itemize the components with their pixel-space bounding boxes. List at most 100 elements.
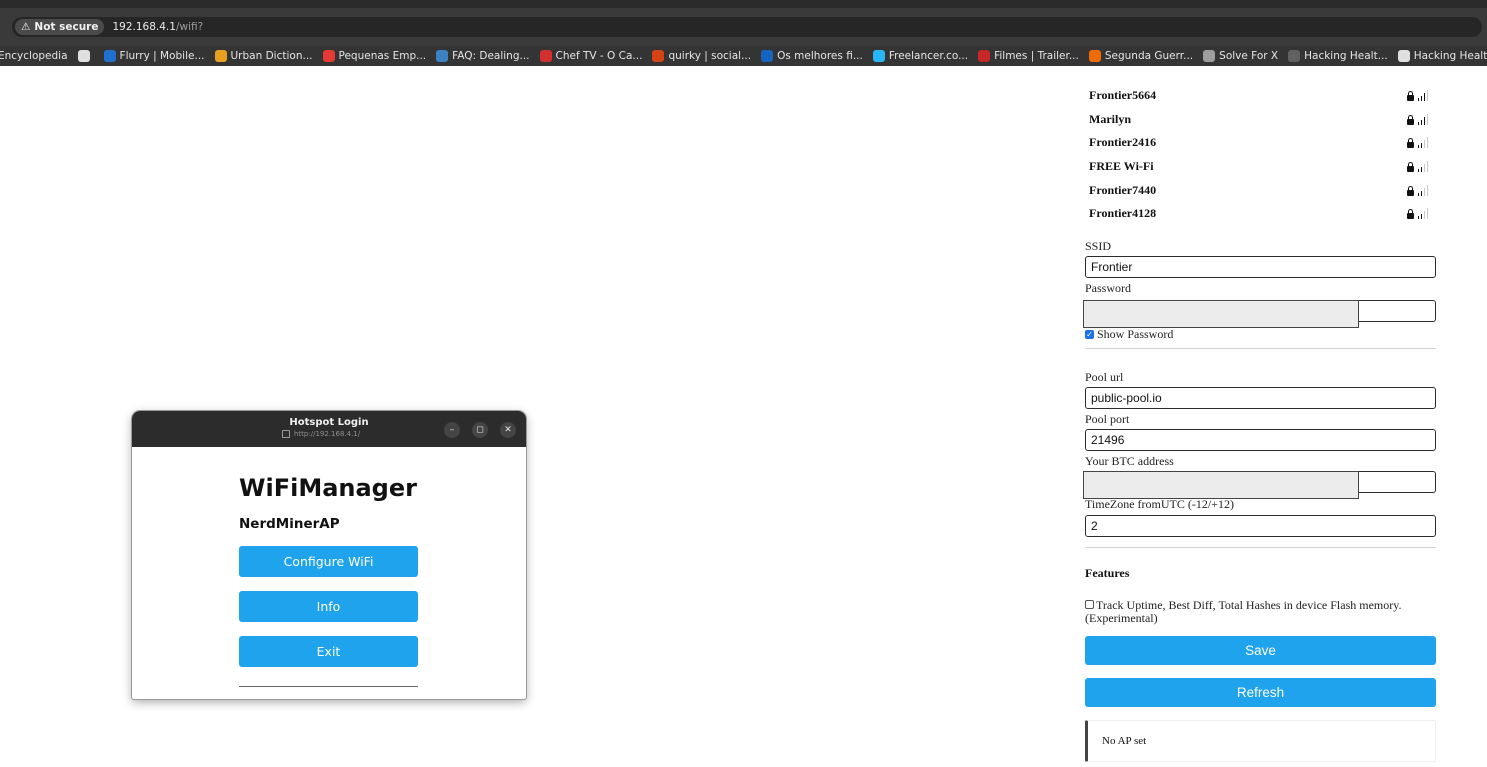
wifi-config-form: Frontier5664 Marilyn Frontier2416 FREE Wi-F… — [1083, 84, 1436, 762]
timezone-input[interactable]: 2 — [1085, 514, 1436, 537]
password-label: Password — [1085, 280, 1132, 295]
password-input[interactable] — [1083, 299, 1436, 328]
status-message: No AP set — [1085, 719, 1436, 762]
signal-bar-icon — [1421, 119, 1422, 125]
pool-url-input[interactable]: public-pool.io — [1085, 386, 1436, 409]
bookmark-favicon-icon — [1288, 50, 1301, 62]
network-item[interactable]: Marilyn — [1085, 108, 1436, 132]
bookmark-label: Encyclopedia — [0, 50, 68, 62]
bookmark-item[interactable]: Flurry | Mobile... — [103, 50, 205, 62]
security-indicator[interactable]: ⚠ Not secure — [15, 19, 105, 35]
timezone-label: TimeZone fromUTC (-12/+12) — [1085, 496, 1234, 511]
bookmark-favicon-icon — [872, 50, 885, 62]
bookmark-label: Urban Diction... — [230, 50, 313, 62]
browser-top-strip — [0, 0, 1487, 8]
bookmark-item[interactable]: Segunda Guerr... — [1088, 50, 1193, 62]
pool-port-input[interactable]: 21496 — [1085, 428, 1436, 451]
status-message-text: No AP set — [1102, 734, 1147, 747]
exit-button[interactable]: Exit — [239, 636, 418, 667]
refresh-button[interactable]: Refresh — [1085, 677, 1436, 707]
network-item[interactable]: Frontier2416 — [1085, 131, 1436, 155]
bookmark-item[interactable]: FAQ: Dealing... — [436, 50, 530, 62]
bookmark-item[interactable]: Hacking Healt... — [1288, 50, 1388, 62]
bookmark-label: Hacking Healt... — [1304, 50, 1388, 62]
signal-bar-icon — [1418, 169, 1419, 173]
lock-icon — [1407, 138, 1414, 149]
signal-bar-icon — [1424, 211, 1425, 220]
minimize-icon[interactable]: – — [444, 422, 460, 438]
signal-strength — [1407, 137, 1436, 149]
pool-url-label: Pool url — [1085, 369, 1124, 384]
show-password-toggle[interactable]: ✓ Show Password — [1085, 327, 1436, 342]
signal-bar-icon — [1424, 93, 1425, 102]
bookmark-item[interactable]: Pequenas Emp... — [322, 50, 427, 62]
bookmark-item[interactable]: Hacking Healt... — [1397, 50, 1487, 62]
bookmark-label: Filmes | Trailer... — [994, 50, 1079, 62]
redaction-box — [1083, 299, 1359, 328]
signal-bar-icon — [1427, 90, 1428, 102]
ap-name: NerdMinerAP — [239, 516, 340, 532]
window-url-text: http://192.168.4.1/ — [294, 430, 361, 438]
feature-track-label: Track Uptime, Best Diff, Total Hashes in… — [1085, 597, 1402, 625]
bookmark-favicon-icon — [1397, 50, 1410, 62]
bookmark-favicon-icon — [214, 50, 227, 62]
bookmark-item[interactable]: Filmes | Trailer... — [978, 50, 1079, 62]
signal-bar-icon — [1427, 208, 1428, 220]
info-button[interactable]: Info — [239, 591, 418, 622]
save-button[interactable]: Save — [1085, 635, 1436, 665]
network-item[interactable]: Frontier7440 — [1085, 178, 1436, 202]
divider — [239, 686, 418, 687]
window-url: http://192.168.4.1/ — [282, 430, 360, 438]
url-path: /wifi? — [175, 21, 204, 33]
bookmark-item[interactable]: Encyclopedia — [0, 50, 68, 62]
ssid-input[interactable]: Frontier — [1085, 255, 1436, 278]
checkbox-unchecked-icon[interactable] — [1085, 599, 1094, 609]
close-icon[interactable]: ✕ — [500, 422, 516, 438]
bookmark-label: FAQ: Dealing... — [452, 50, 530, 62]
bookmark-favicon-icon — [539, 50, 552, 62]
bookmark-item[interactable] — [77, 50, 94, 62]
bookmark-favicon-icon — [761, 50, 774, 62]
ssid-value: Frontier — [1091, 259, 1133, 274]
signal-bar-icon — [1421, 190, 1422, 196]
features-heading: Features — [1085, 565, 1130, 580]
signal-bar-icon — [1424, 140, 1425, 149]
hotspot-login-window: Hotspot Login http://192.168.4.1/ – ◻ ✕ … — [132, 411, 526, 699]
window-title: Hotspot Login — [289, 417, 369, 428]
bookmark-favicon-icon — [322, 50, 335, 62]
bookmark-label: Os melhores fi... — [777, 50, 863, 62]
network-ssid[interactable]: Frontier5664 — [1089, 88, 1156, 103]
network-item[interactable]: FREE Wi-Fi — [1085, 155, 1436, 179]
bookmark-item[interactable]: Urban Diction... — [214, 50, 313, 62]
bookmark-item[interactable]: quirky | social... — [652, 50, 751, 62]
btc-address-input[interactable] — [1083, 470, 1436, 499]
maximize-icon[interactable]: ◻ — [472, 422, 488, 438]
address-bar[interactable]: ⚠ Not secure 192.168.4.1 /wifi? — [12, 17, 1482, 37]
bookmark-item[interactable]: Solve For X — [1203, 50, 1278, 62]
window-titlebar[interactable]: Hotspot Login http://192.168.4.1/ – ◻ ✕ — [132, 411, 526, 447]
browser-toolbar: ⚠ Not secure 192.168.4.1 /wifi? — [0, 8, 1487, 46]
network-ssid[interactable]: FREE Wi-Fi — [1089, 159, 1154, 174]
signal-bar-icon — [1418, 192, 1419, 196]
network-ssid[interactable]: Frontier4128 — [1089, 206, 1156, 221]
bookmark-item[interactable]: Freelancer.co... — [872, 50, 969, 62]
network-ssid[interactable]: Marilyn — [1089, 112, 1131, 127]
feature-track-option[interactable]: Track Uptime, Best Diff, Total Hashes in… — [1085, 597, 1436, 625]
redaction-box — [1083, 470, 1359, 499]
bookmark-favicon-icon — [1088, 50, 1101, 62]
network-ssid[interactable]: Frontier7440 — [1089, 183, 1156, 198]
signal-strength — [1407, 161, 1436, 173]
bookmark-item[interactable]: Os melhores fi... — [761, 50, 863, 62]
network-ssid[interactable]: Frontier2416 — [1089, 135, 1156, 150]
configure-wifi-button[interactable]: Configure WiFi — [239, 546, 418, 577]
bookmarks-bar: Encyclopedia Flurry | Mobile... Urban Dict… — [0, 46, 1487, 66]
bookmark-label: Freelancer.co... — [888, 50, 969, 62]
bookmark-label: Pequenas Emp... — [338, 50, 427, 62]
bookmark-item[interactable]: Chef TV - O Ca... — [539, 50, 642, 62]
signal-bar-icon — [1418, 145, 1419, 149]
signal-bar-icon — [1424, 116, 1425, 125]
checkbox-checked-icon[interactable]: ✓ — [1085, 329, 1094, 339]
pool-port-value: 21496 — [1091, 432, 1125, 447]
network-item[interactable]: Frontier4128 — [1085, 202, 1436, 226]
network-item[interactable]: Frontier5664 — [1085, 84, 1436, 108]
